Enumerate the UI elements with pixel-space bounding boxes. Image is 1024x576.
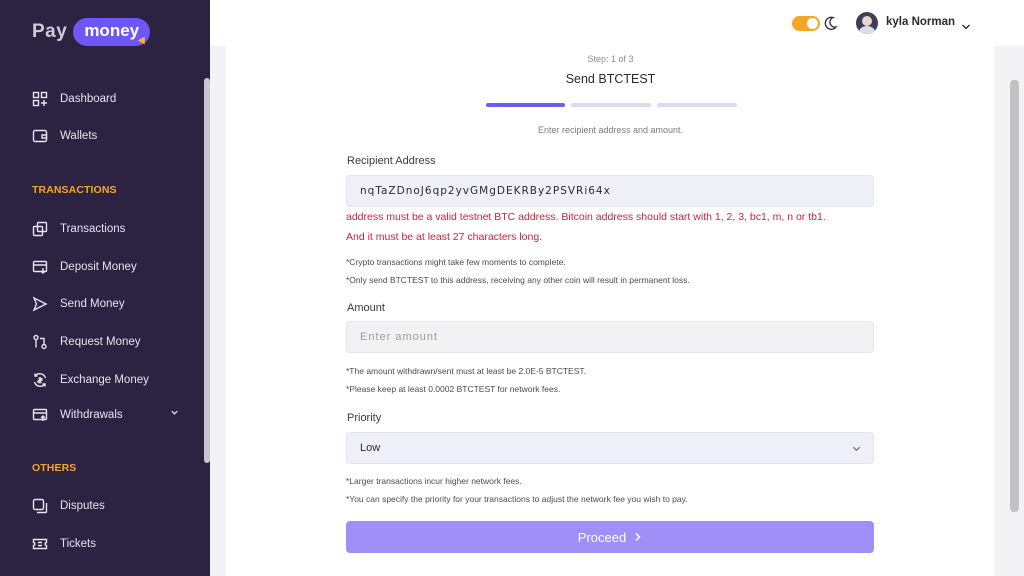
recipient-address-label: Recipient Address xyxy=(347,155,436,167)
sidebar-scrollbar[interactable] xyxy=(204,78,210,463)
sidebar-item-label: Withdrawals xyxy=(60,409,123,421)
priority-label: Priority xyxy=(347,412,382,424)
page-title: Send BTCTEST xyxy=(565,72,656,86)
chevron-down-icon xyxy=(852,444,861,456)
amount-label: Amount xyxy=(347,302,385,314)
note-only-send: *Only send BTCTEST to this address, rece… xyxy=(346,275,690,285)
sidebar-item-label: Tickets xyxy=(60,538,96,550)
form-subtitle: Enter recipient address and amount. xyxy=(537,125,684,135)
sidebar-item-label: Transactions xyxy=(60,223,126,235)
sidebar-item-dashboard[interactable]: Dashboard xyxy=(32,89,116,109)
sidebar: Pay money Dashboard Wallets TRANSACTIONS… xyxy=(0,0,210,576)
avatar[interactable] xyxy=(856,12,878,34)
logo-pay-text: Pay xyxy=(32,21,68,42)
username[interactable]: kyla Norman xyxy=(886,16,955,28)
sidebar-item-request[interactable]: Request Money xyxy=(32,332,141,352)
section-others: OTHERS xyxy=(32,462,77,474)
exchange-icon xyxy=(32,372,48,388)
error-message-line2: And it must be at least 27 characters lo… xyxy=(346,231,543,243)
transactions-icon xyxy=(32,221,48,237)
note-crypto-time: *Crypto transactions might take few mome… xyxy=(346,257,566,267)
sidebar-item-label: Disputes xyxy=(60,500,105,512)
proceed-label: Proceed xyxy=(577,529,627,545)
request-icon xyxy=(32,334,48,350)
chevron-down-icon[interactable] xyxy=(170,408,179,420)
tickets-icon xyxy=(32,536,48,552)
send-icon xyxy=(32,296,48,312)
sidebar-item-label: Exchange Money xyxy=(60,374,149,386)
theme-toggle[interactable] xyxy=(792,16,820,31)
chevron-down-icon[interactable] xyxy=(961,18,971,36)
amount-input[interactable]: Enter amount xyxy=(346,321,874,353)
progress-step-1 xyxy=(486,103,565,107)
sidebar-item-label: Send Money xyxy=(60,298,125,310)
sidebar-item-disputes[interactable]: Disputes xyxy=(32,496,105,516)
logo[interactable]: Pay money xyxy=(32,18,151,47)
note-min-amount: *The amount withdrawn/sent must at least… xyxy=(346,366,586,376)
moon-icon[interactable] xyxy=(824,15,838,31)
sidebar-item-exchange[interactable]: Exchange Money xyxy=(32,370,149,390)
main-scrollbar[interactable] xyxy=(1010,80,1019,512)
sidebar-item-label: Dashboard xyxy=(60,93,117,105)
section-transactions: TRANSACTIONS xyxy=(32,184,117,196)
sidebar-item-send[interactable]: Send Money xyxy=(32,294,125,314)
sidebar-item-transactions[interactable]: Transactions xyxy=(32,219,125,239)
note-network-fees: *Please keep at least 0.0002 BTCTEST for… xyxy=(346,384,561,394)
progress-step-2 xyxy=(571,103,651,107)
sidebar-item-label: Deposit Money xyxy=(60,261,137,273)
step-indicator: Step: 1 of 3 xyxy=(587,54,634,64)
disputes-icon xyxy=(32,498,48,514)
sidebar-item-tickets[interactable]: Tickets xyxy=(32,534,96,554)
sidebar-item-withdrawals[interactable]: Withdrawals xyxy=(32,405,178,425)
recipient-address-input[interactable]: nqTaZDnoJ6qp2yvGMgDEKRBy2PSVRi64x xyxy=(346,175,874,207)
error-message-line1: address must be a valid testnet BTC addr… xyxy=(346,211,826,223)
deposit-icon xyxy=(32,259,48,275)
sidebar-item-deposit[interactable]: Deposit Money xyxy=(32,257,137,277)
proceed-button[interactable]: Proceed xyxy=(346,521,874,553)
sidebar-item-label: Request Money xyxy=(60,336,141,348)
priority-select[interactable]: Low xyxy=(346,432,874,464)
withdrawals-icon xyxy=(32,407,48,423)
note-larger-fees: *Larger transactions incur higher networ… xyxy=(346,476,522,486)
note-priority: *You can specify the priority for your t… xyxy=(346,494,688,504)
priority-selected-value: Low xyxy=(360,442,381,454)
dashboard-icon xyxy=(32,91,48,107)
chevron-right-icon xyxy=(634,532,642,542)
progress-step-3 xyxy=(657,103,737,107)
